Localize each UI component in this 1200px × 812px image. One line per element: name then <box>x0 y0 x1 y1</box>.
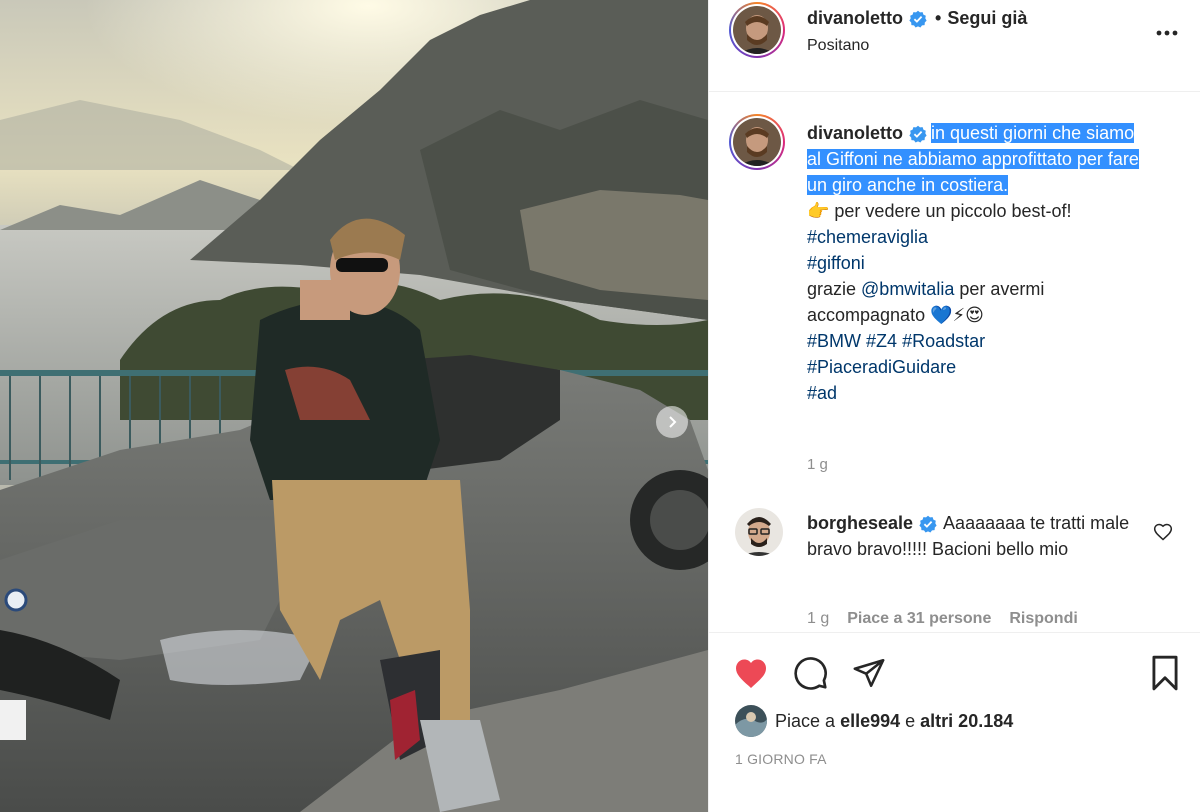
caption-pointer-line: 👉 per vedere un piccolo best-of! <box>807 201 1072 221</box>
hashtag-link[interactable]: #PiaceradiGuidare <box>807 357 956 377</box>
comment-timestamp[interactable]: 1 g <box>807 610 829 628</box>
more-horizontal-icon <box>1156 30 1178 36</box>
liker-avatar <box>735 705 767 737</box>
comment-text: borgheseale Aaaaaaaa te tratti male brav… <box>807 510 1137 562</box>
post-header: divanoletto • Segui già Positano <box>709 0 1200 92</box>
reply-button[interactable]: Rispondi <box>1009 610 1077 628</box>
post-side-panel: divanoletto • Segui già Positano divanol… <box>708 0 1200 812</box>
chevron-right-icon <box>669 416 677 428</box>
follow-status-button[interactable]: Segui già <box>947 8 1027 29</box>
caption-timestamp[interactable]: 1 g <box>807 456 828 473</box>
comment-button[interactable] <box>791 653 831 693</box>
comment-likes-count[interactable]: Piace a 31 persone <box>847 610 991 628</box>
commenter-username[interactable]: borgheseale <box>807 513 913 533</box>
hashtag-link[interactable]: #ad <box>807 383 837 403</box>
hashtag-link[interactable]: #chemeraviglia <box>807 227 928 247</box>
separator-dot: • <box>935 8 942 28</box>
next-image-button[interactable] <box>656 406 688 438</box>
author-username[interactable]: divanoletto <box>807 8 903 29</box>
author-avatar[interactable] <box>729 2 785 58</box>
speech-bubble-icon <box>794 657 827 690</box>
caption-avatar[interactable] <box>729 114 785 170</box>
save-button[interactable] <box>1145 653 1185 693</box>
heart-filled-icon <box>736 659 766 688</box>
avatar-image <box>733 118 781 166</box>
hashtag-link[interactable]: #Roadstar <box>902 331 985 351</box>
likes-summary[interactable]: Piace a elle994 e altri 20.184 <box>735 705 1013 737</box>
share-button[interactable] <box>849 653 889 693</box>
caption-thanks-prefix: grazie <box>807 279 862 299</box>
post-image <box>0 0 708 812</box>
caption-text: divanoletto in questi giorni che siamo a… <box>807 120 1147 406</box>
paper-plane-icon <box>853 658 885 688</box>
bookmark-icon <box>1152 655 1178 691</box>
verified-badge-icon <box>919 516 937 533</box>
more-options-button[interactable] <box>1152 18 1182 48</box>
commenter-avatar[interactable] <box>735 508 783 556</box>
post-photo[interactable] <box>0 0 708 812</box>
comment-meta: 1 g Piace a 31 persone Rispondi <box>807 610 1078 628</box>
post-actions: Piace a elle994 e altri 20.184 1 GIORNO … <box>709 632 1200 792</box>
likes-others-link[interactable]: altri 20.184 <box>920 711 1013 732</box>
likes-middle: e <box>905 710 916 731</box>
caption-username[interactable]: divanoletto <box>807 123 903 143</box>
comment-like-heart-icon[interactable] <box>1153 522 1173 542</box>
hashtag-link[interactable]: #BMW <box>807 331 861 351</box>
comment-item: borgheseale Aaaaaaaa te tratti male brav… <box>709 500 1200 630</box>
post-location[interactable]: Positano <box>807 37 869 55</box>
post-caption: divanoletto in questi giorni che siamo a… <box>709 92 1200 492</box>
like-button[interactable] <box>731 653 771 693</box>
hashtag-link[interactable]: #giffoni <box>807 253 865 273</box>
verified-badge-icon <box>909 10 927 28</box>
post-date[interactable]: 1 GIORNO FA <box>735 751 827 767</box>
mention-link[interactable]: @bmwitalia <box>861 279 954 299</box>
header-user-line: divanoletto • Segui già <box>807 8 1027 29</box>
avatar-image <box>733 6 781 54</box>
likes-prefix: Piace a <box>775 710 836 731</box>
verified-badge-icon <box>909 126 927 143</box>
hashtag-link[interactable]: #Z4 <box>866 331 897 351</box>
likes-user-link[interactable]: elle994 <box>840 711 900 732</box>
